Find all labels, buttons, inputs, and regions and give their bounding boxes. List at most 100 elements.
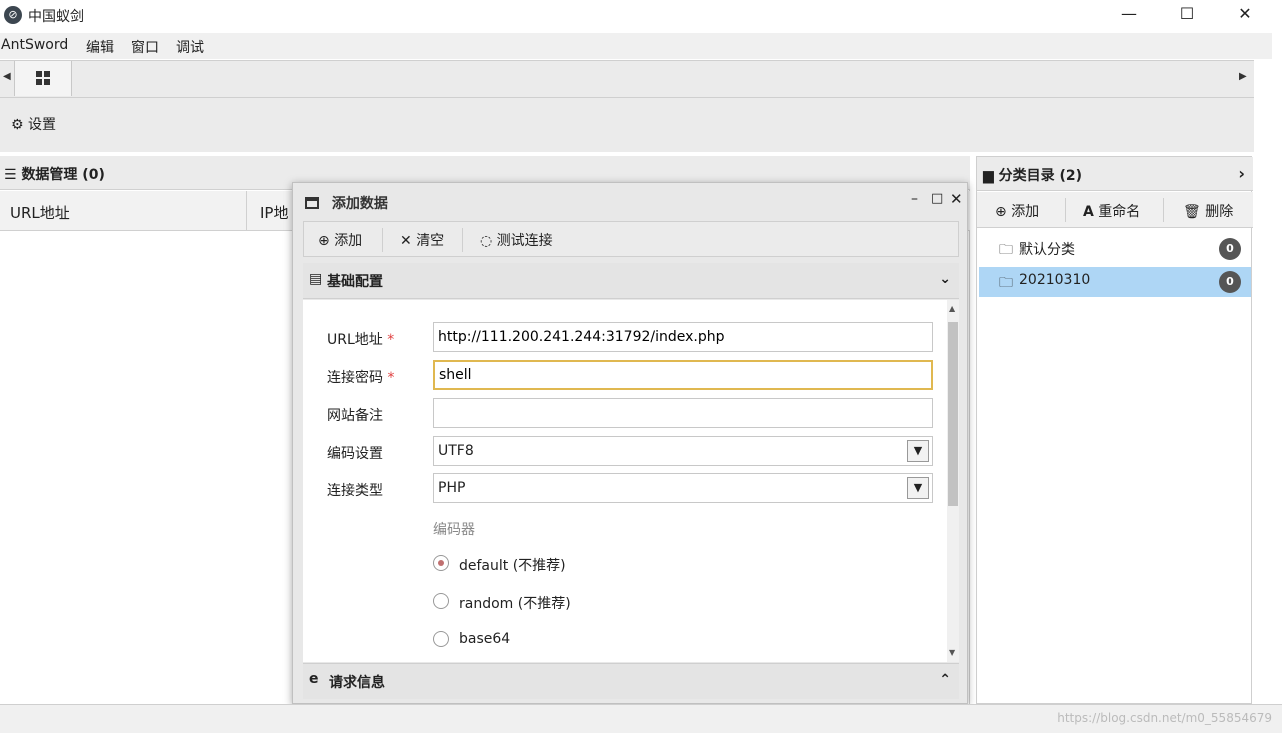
note-field[interactable]: [433, 398, 933, 428]
gear-icon: ⚙: [11, 117, 24, 133]
list-icon: ☰: [4, 167, 17, 183]
dialog-clear-label: 清空: [416, 233, 445, 249]
font-icon: A: [1083, 204, 1094, 220]
tab-scroll-right-icon[interactable]: ▶: [1239, 71, 1247, 82]
dialog-add-button[interactable]: ⊕ 添加: [318, 230, 362, 250]
plus-circle-icon: ⊕: [318, 233, 330, 249]
chevron-down-icon[interactable]: ▼: [907, 477, 929, 499]
settings-button[interactable]: ⚙ 设置: [11, 114, 56, 134]
category-toolbar: ⊕ 添加 A 重命名 🗑 删除: [977, 192, 1253, 228]
category-add-label: 添加: [1011, 204, 1040, 220]
encoder-option-label: base64: [459, 631, 511, 647]
tab-home[interactable]: [14, 61, 72, 96]
grid-icon: [36, 71, 50, 85]
column-ip[interactable]: IP地: [260, 202, 288, 223]
category-rename-button[interactable]: A 重命名: [1083, 201, 1140, 221]
folder-outline-icon: 🗀: [999, 242, 1013, 258]
scroll-down-icon[interactable]: ▼: [949, 648, 955, 657]
status-bar: https://blog.csdn.net/m0_55854679: [0, 704, 1282, 733]
main-toolbar: ⚙ 设置: [0, 98, 1254, 152]
menu-window[interactable]: 窗口: [131, 37, 159, 57]
menu-debug[interactable]: 调试: [176, 37, 204, 57]
toolbar-divider: [382, 228, 383, 252]
toolbar-divider: [1163, 198, 1164, 222]
category-count-badge: 0: [1219, 238, 1241, 260]
connection-type-value: PHP: [438, 480, 466, 496]
menu-bar: AntSword 编辑 窗口 调试: [0, 33, 1272, 59]
tab-scroll-left-icon[interactable]: ◀: [3, 71, 11, 82]
url-label: URL地址 *: [327, 332, 395, 348]
settings-label: 设置: [28, 117, 57, 133]
category-add-button[interactable]: ⊕ 添加: [995, 201, 1039, 221]
section-basic-config[interactable]: ▤ 基础配置 ⌄: [303, 263, 959, 299]
maximize-button[interactable]: ☐: [1158, 0, 1216, 30]
category-count-badge: 0: [1219, 271, 1241, 293]
category-delete-label: 删除: [1205, 204, 1234, 220]
chevron-down-icon[interactable]: ▼: [907, 440, 929, 462]
password-label: 连接密码 *: [327, 370, 395, 386]
data-panel-title: 数据管理 (0): [21, 167, 105, 183]
title-bar: ⊘ 中国蚁剑 — ☐ ✕: [0, 0, 1282, 32]
close-button[interactable]: ✕: [1216, 0, 1274, 30]
connection-type-select[interactable]: PHP ▼: [433, 473, 933, 503]
encoder-option-label: random (不推荐): [459, 596, 571, 612]
url-field[interactable]: [433, 322, 933, 352]
category-rename-label: 重命名: [1098, 204, 1141, 220]
encoding-label: 编码设置: [327, 446, 383, 462]
section-request-info[interactable]: e 请求信息 ⌃: [303, 663, 959, 699]
collapse-chevron-icon[interactable]: ›: [1238, 164, 1245, 183]
encoder-radio-base64[interactable]: [433, 631, 449, 647]
window-icon: [305, 197, 319, 209]
minimize-button[interactable]: —: [1100, 0, 1158, 30]
antsword-logo-icon: ⊘: [4, 6, 22, 24]
encoder-label: 编码器: [433, 522, 475, 538]
folder-icon: ▆: [983, 168, 994, 184]
encoder-radio-default[interactable]: [433, 555, 449, 571]
dialog-clear-button[interactable]: ✕ 清空: [400, 230, 444, 250]
scrollbar-thumb[interactable]: [948, 322, 958, 506]
plus-circle-icon: ⊕: [995, 204, 1007, 220]
category-label: 默认分类: [1019, 242, 1075, 258]
password-field[interactable]: [433, 360, 933, 390]
menu-edit[interactable]: 编辑: [86, 37, 114, 57]
required-mark: *: [387, 332, 395, 348]
document-icon: ▤: [309, 271, 323, 287]
dialog-title: 添加数据: [305, 193, 388, 213]
encoding-select[interactable]: UTF8 ▼: [433, 436, 933, 466]
category-item[interactable]: 🗀 默认分类 0: [979, 234, 1251, 264]
scroll-up-icon[interactable]: ▲: [949, 304, 955, 313]
menu-antsword[interactable]: AntSword: [1, 37, 68, 53]
dialog-maximize-icon[interactable]: □: [931, 191, 943, 206]
encoder-radio-random[interactable]: [433, 593, 449, 609]
category-panel-title: 分类目录 (2): [998, 168, 1083, 184]
dialog-minimize-icon[interactable]: –: [911, 191, 918, 207]
category-delete-button[interactable]: 🗑 删除: [1183, 201, 1233, 221]
basic-config-form: URL地址 * 连接密码 * 网站备注 编码设置 UTF8 ▼ 连接类型 PHP…: [303, 300, 959, 662]
connection-type-label: 连接类型: [327, 483, 383, 499]
category-label: 20210310: [1019, 272, 1091, 288]
dialog-close-icon[interactable]: ✕: [950, 190, 963, 208]
add-data-dialog: 添加数据 – □ ✕ ⊕ 添加 ✕ 清空 ◌ 测试连接 ▤ 基础配置 ⌄ URL…: [292, 182, 968, 704]
chevron-down-icon: ⌄: [939, 271, 951, 287]
dialog-add-label: 添加: [334, 233, 363, 249]
column-divider[interactable]: [246, 191, 247, 231]
category-panel: ▆ 分类目录 (2) › ⊕ 添加 A 重命名 🗑 删除 🗀 默认分类 0 🗀 …: [976, 156, 1253, 704]
watermark: https://blog.csdn.net/m0_55854679: [1057, 711, 1272, 725]
category-item-selected[interactable]: 🗀 20210310 0: [979, 267, 1251, 297]
spinner-icon: ◌: [480, 233, 493, 249]
section-basic-title: 基础配置: [327, 274, 383, 290]
dialog-test-connection-button[interactable]: ◌ 测试连接: [480, 230, 553, 250]
window-title: 中国蚁剑: [28, 9, 84, 25]
tab-strip: ◀ ▶: [0, 60, 1254, 98]
chevron-up-icon: ⌃: [939, 672, 951, 688]
column-url[interactable]: URL地址: [10, 202, 70, 223]
toolbar-divider: [1065, 198, 1066, 222]
form-scrollbar[interactable]: ▲ ▼: [947, 300, 959, 662]
encoding-value: UTF8: [438, 443, 474, 459]
x-icon: ✕: [400, 233, 412, 249]
ie-icon: e: [309, 671, 319, 687]
note-label: 网站备注: [327, 408, 383, 424]
dialog-test-connection-label: 测试连接: [496, 233, 553, 249]
trash-icon: 🗑: [1183, 204, 1201, 220]
category-panel-header: ▆ 分类目录 (2) ›: [977, 157, 1253, 191]
